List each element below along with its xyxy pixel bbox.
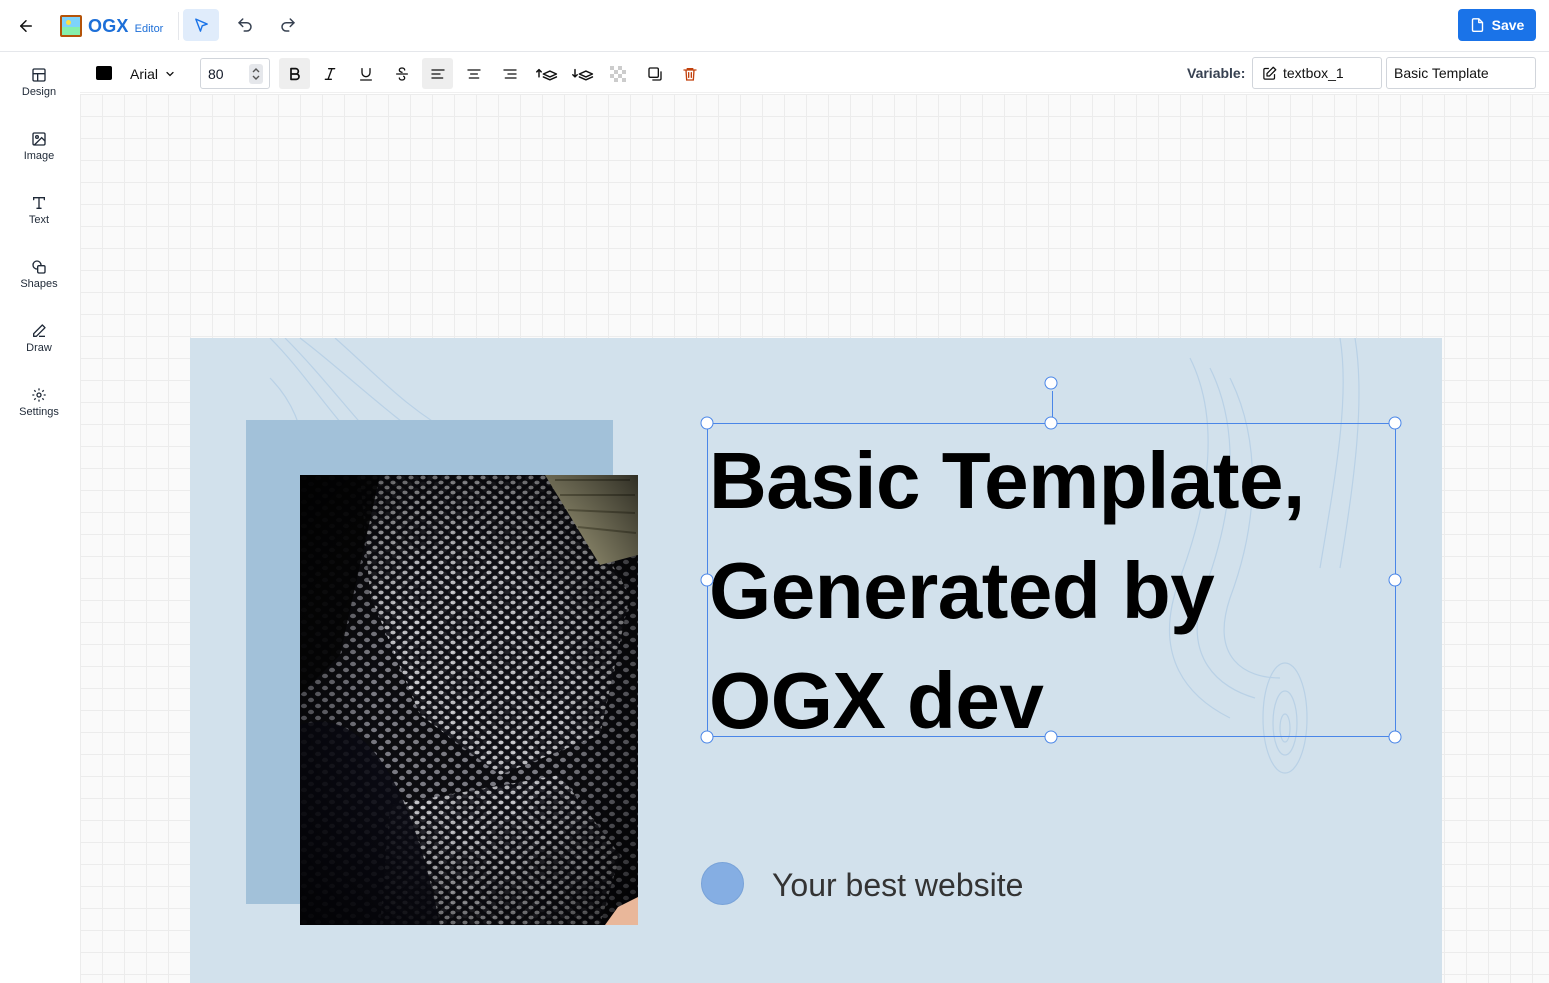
resize-handle-top-right[interactable] bbox=[1388, 416, 1402, 430]
cursor-icon bbox=[194, 17, 208, 32]
logo-text: OGX bbox=[88, 15, 129, 36]
duplicate-button[interactable] bbox=[639, 58, 670, 89]
shapes-icon bbox=[32, 260, 46, 274]
send-backward-button[interactable] bbox=[567, 58, 598, 89]
select-tool-button[interactable] bbox=[183, 9, 219, 41]
file-icon bbox=[1471, 18, 1483, 32]
trash-icon bbox=[682, 67, 697, 81]
variable-label: Variable: bbox=[1187, 65, 1246, 81]
align-left-icon bbox=[430, 68, 445, 79]
transparency-icon bbox=[609, 65, 626, 82]
underline-button[interactable] bbox=[350, 58, 381, 89]
font-family-value: Arial bbox=[130, 66, 159, 82]
template-name-input[interactable] bbox=[1386, 57, 1536, 89]
back-button[interactable] bbox=[12, 12, 40, 40]
align-center-icon bbox=[466, 68, 481, 79]
layout-icon bbox=[32, 68, 46, 82]
sidebar-item-settings[interactable]: Settings bbox=[0, 373, 78, 425]
align-center-button[interactable] bbox=[458, 58, 489, 89]
bold-icon bbox=[289, 67, 300, 80]
tagline-text[interactable]: Your best website bbox=[772, 867, 1023, 904]
strikethrough-icon bbox=[395, 66, 408, 81]
font-size-value: 80 bbox=[208, 65, 224, 82]
text-color-swatch[interactable] bbox=[96, 66, 112, 80]
sidebar-item-label: Design bbox=[21, 86, 57, 98]
sidebar-item-draw[interactable]: Draw bbox=[0, 309, 78, 361]
sidebar-item-label: Settings bbox=[19, 406, 59, 418]
chevron-down-icon bbox=[166, 71, 174, 77]
redo-button[interactable] bbox=[270, 9, 306, 41]
opacity-button[interactable] bbox=[602, 58, 633, 89]
save-button[interactable]: Save bbox=[1458, 9, 1536, 41]
selection-box bbox=[707, 391, 1396, 737]
resize-handle-bottom-right[interactable] bbox=[1388, 730, 1402, 744]
rotation-handle[interactable] bbox=[1044, 376, 1058, 390]
fabric-photo bbox=[300, 475, 638, 925]
pencil-icon bbox=[33, 324, 46, 337]
toolbar-divider bbox=[178, 12, 179, 40]
sidebar-item-shapes[interactable]: Shapes bbox=[0, 245, 78, 297]
accent-circle[interactable] bbox=[701, 862, 744, 905]
delete-button[interactable] bbox=[674, 58, 705, 89]
sidebar-item-image[interactable]: Image bbox=[0, 117, 78, 169]
left-sidebar: Design Image Text Shapes Draw Settings bbox=[0, 53, 80, 983]
variable-name-field[interactable]: textbox_1 bbox=[1252, 57, 1382, 89]
italic-icon bbox=[324, 67, 335, 80]
woven-fabric-image[interactable] bbox=[300, 475, 638, 925]
save-button-label: Save bbox=[1491, 17, 1525, 33]
resize-handle-bottom-left[interactable] bbox=[700, 730, 714, 744]
align-right-button[interactable] bbox=[494, 58, 525, 89]
gear-icon bbox=[32, 388, 46, 402]
stepper-arrows-icon bbox=[252, 68, 260, 80]
layer-up-icon bbox=[535, 68, 557, 81]
variable-name-value: textbox_1 bbox=[1283, 65, 1344, 81]
italic-button[interactable] bbox=[314, 58, 345, 89]
resize-handle-top[interactable] bbox=[1044, 416, 1058, 430]
app-logo[interactable]: OGX Editor bbox=[60, 13, 163, 39]
font-size-stepper[interactable] bbox=[249, 64, 263, 84]
image-icon bbox=[32, 132, 46, 146]
resize-handle-right[interactable] bbox=[1388, 573, 1402, 587]
undo-icon bbox=[238, 18, 252, 32]
bring-forward-button[interactable] bbox=[531, 58, 562, 89]
sidebar-item-label: Draw bbox=[26, 342, 52, 354]
redo-icon bbox=[281, 18, 295, 32]
sidebar-item-text[interactable]: Text bbox=[0, 181, 78, 233]
resize-handle-bottom[interactable] bbox=[1044, 730, 1058, 744]
sidebar-item-label: Shapes bbox=[20, 278, 58, 290]
top-bar: OGX Editor Save bbox=[0, 0, 1549, 52]
edit-icon bbox=[1263, 66, 1277, 80]
resize-handle-top-left[interactable] bbox=[700, 416, 714, 430]
logo-subtitle: Editor bbox=[134, 22, 164, 35]
picture-icon bbox=[60, 15, 82, 37]
undo-button[interactable] bbox=[227, 9, 263, 41]
sidebar-item-design[interactable]: Design bbox=[0, 53, 78, 105]
underline-icon bbox=[359, 67, 372, 81]
copy-icon bbox=[647, 66, 662, 81]
resize-handle-left[interactable] bbox=[700, 573, 714, 587]
text-icon bbox=[33, 197, 45, 209]
format-toolbar: Arial 80 Variable: textbox_1 Basic Templ… bbox=[80, 53, 1549, 93]
align-left-button[interactable] bbox=[422, 58, 453, 89]
strikethrough-button[interactable] bbox=[386, 58, 417, 89]
align-right-icon bbox=[502, 68, 517, 79]
sidebar-item-label: Text bbox=[28, 214, 50, 226]
arrow-left-icon bbox=[20, 20, 32, 32]
bold-button[interactable] bbox=[279, 58, 310, 89]
font-size-input[interactable]: 80 bbox=[200, 58, 270, 89]
font-family-select[interactable]: Arial bbox=[130, 61, 176, 87]
design-canvas[interactable]: Basic Template, Generated by OGX dev You… bbox=[190, 338, 1442, 983]
layer-down-icon bbox=[571, 68, 593, 81]
sidebar-item-label: Image bbox=[23, 150, 55, 162]
